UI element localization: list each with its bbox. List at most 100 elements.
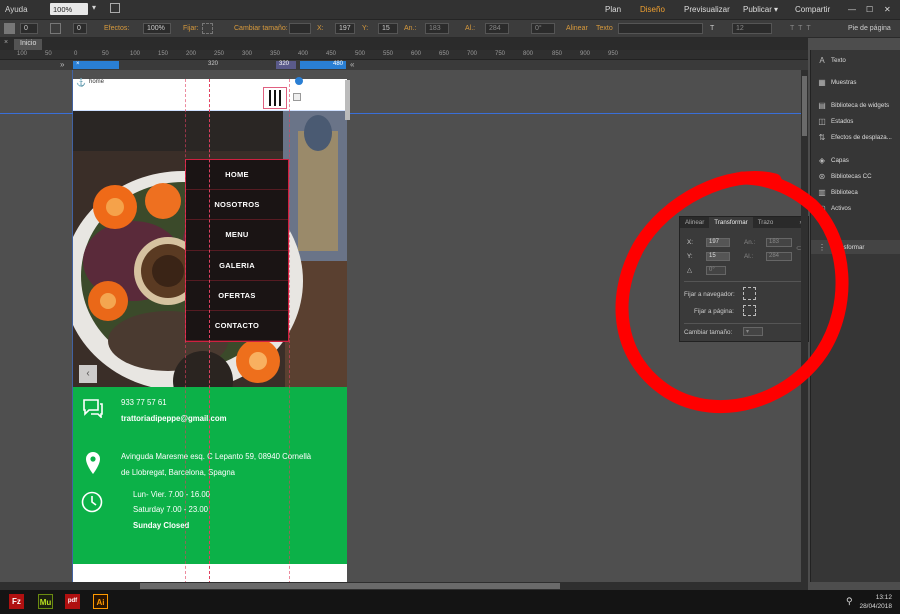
ruler-mark: 600 <box>411 51 422 57</box>
pin-page-icon[interactable] <box>743 305 756 316</box>
ruler-mark: 250 <box>214 51 225 57</box>
menu-item-menu[interactable]: MENU <box>186 220 288 251</box>
ruler-mark: 500 <box>355 51 366 57</box>
page-canvas[interactable]: ⚓ home HOME NOSOTROS MENU GALERIA OFERTA… <box>73 77 347 582</box>
panel-transform[interactable]: ⋮ Transformar <box>811 240 900 254</box>
mode-share[interactable]: Compartir <box>795 5 830 14</box>
hamburger-menu-button[interactable] <box>263 87 287 109</box>
document-tab-bar: × Inicio <box>0 38 808 50</box>
publish-dropdown-icon[interactable]: ▾ <box>774 5 778 14</box>
menu-item-nosotros[interactable]: NOSOTROS <box>186 190 288 221</box>
tab-stroke[interactable]: Trazo <box>753 217 779 228</box>
breakpoint-range-left[interactable]: × <box>73 61 119 69</box>
panel-layers[interactable]: ◈ Capas <box>811 153 900 167</box>
y-label: Y: <box>362 25 369 32</box>
panel-w-field[interactable]: 183 <box>766 238 792 247</box>
font-dropdown[interactable] <box>618 23 703 34</box>
breakpoint-480[interactable]: 480 <box>300 61 346 69</box>
text-link[interactable]: Texto <box>596 25 613 32</box>
vertical-scroll-thumb[interactable] <box>802 76 807 136</box>
menu-item-contacto[interactable]: CONTACTO <box>186 311 288 342</box>
zoom-field[interactable]: 100% <box>50 3 88 15</box>
panel-cc-libraries-label: Bibliotecas CC <box>831 172 872 180</box>
tab-transform[interactable]: Transformar <box>709 217 753 228</box>
panel-text[interactable]: A Texto <box>811 53 900 67</box>
system-clock[interactable]: 13:12 28/04/2018 <box>859 593 892 611</box>
panel-assets[interactable]: ▢ Activos <box>811 201 900 215</box>
menu-item-galeria[interactable]: GALERIA <box>186 251 288 281</box>
assets-icon: ▢ <box>818 203 826 213</box>
font-size-field[interactable]: 12 <box>732 23 772 34</box>
close-icon[interactable]: ✕ <box>884 5 891 14</box>
horizontal-scroll-thumb[interactable] <box>140 583 560 589</box>
pin-icon[interactable] <box>202 23 213 34</box>
panel-scroll-effects[interactable]: ⇅ Efectos de desplaza... <box>811 130 900 144</box>
help-menu[interactable]: Ayuda <box>5 5 28 14</box>
panel-y-field[interactable]: 15 <box>706 252 730 261</box>
hero-slideshow[interactable]: HOME NOSOTROS MENU GALERIA OFERTAS CONTA… <box>73 111 347 387</box>
ruler-mark: 750 <box>495 51 506 57</box>
expand-right-icon[interactable]: « <box>350 60 354 69</box>
mode-preview[interactable]: Previsualizar <box>684 5 730 14</box>
ruler-mark: 100 <box>130 51 141 57</box>
panel-library-label: Biblioteca <box>831 188 858 196</box>
panel-rotation-field[interactable]: 0° <box>706 266 726 275</box>
rotation-field[interactable]: 0° <box>531 23 555 34</box>
stroke-swatch[interactable] <box>50 23 61 34</box>
hours-saturday: Saturday 7.00 - 23.00 <box>133 505 208 514</box>
tab-close-icon[interactable]: × <box>4 39 8 46</box>
resize-dropdown[interactable] <box>289 23 311 34</box>
ruler-mark: 350 <box>270 51 281 57</box>
page-bottom-area <box>73 564 347 582</box>
menu-item-ofertas[interactable]: OFERTAS <box>186 281 288 311</box>
tab-inicio[interactable]: Inicio <box>14 39 43 50</box>
panel-cc-libraries[interactable]: ⊛ Bibliotecas CC <box>811 169 900 183</box>
horizontal-scrollbar[interactable] <box>0 582 808 590</box>
stroke-value[interactable]: 0 <box>73 23 87 34</box>
mode-design[interactable]: Diseño <box>640 5 665 14</box>
panel-h-field[interactable]: 284 <box>766 252 792 261</box>
widget-handle-icon[interactable] <box>295 77 303 85</box>
tab-align[interactable]: Alinear <box>680 217 709 228</box>
expand-left-icon[interactable]: » <box>60 60 64 69</box>
page-resize-handle[interactable] <box>345 80 350 120</box>
footer-label[interactable]: Pie de página <box>848 25 891 32</box>
y-field[interactable]: 15 <box>378 23 398 34</box>
page-icon[interactable] <box>110 3 120 13</box>
slideshow-prev-button[interactable]: ‹ <box>79 365 97 383</box>
panel-y-label: Y: <box>687 253 693 260</box>
height-field[interactable]: 284 <box>485 23 509 34</box>
email-text[interactable]: trattoriadipeppe@gmail.com <box>121 414 227 423</box>
breakpoint-320[interactable]: 320 <box>276 61 296 69</box>
widget-options-icon[interactable] <box>293 93 301 101</box>
mode-plan[interactable]: Plan <box>605 5 621 14</box>
fill-value[interactable]: 0 <box>20 23 38 34</box>
vertical-scrollbar[interactable] <box>801 70 808 582</box>
acrobat-icon[interactable]: pdf <box>65 594 80 609</box>
illustrator-icon[interactable]: Ai <box>93 594 108 609</box>
filezilla-icon[interactable]: Fz <box>9 594 24 609</box>
maximize-icon[interactable]: ☐ <box>866 5 873 14</box>
ruler-mark: 200 <box>186 51 197 57</box>
fill-swatch[interactable] <box>4 23 15 34</box>
text-style-icons[interactable]: T T T <box>790 25 811 32</box>
muse-icon[interactable]: Mu <box>38 594 53 609</box>
network-icon[interactable]: ⚲ <box>846 596 853 607</box>
resize-dropdown[interactable]: ▾ <box>743 327 763 336</box>
x-field[interactable]: 197 <box>335 23 355 34</box>
minimize-icon[interactable]: — <box>848 5 856 14</box>
align-link[interactable]: Alinear <box>566 25 588 32</box>
width-field[interactable]: 183 <box>425 23 449 34</box>
panel-swatches[interactable]: ▦ Muestras <box>811 75 900 89</box>
panel-widgets[interactable]: ▤ Biblioteca de widgets <box>811 98 900 112</box>
panel-library[interactable]: ▥ Biblioteca <box>811 185 900 199</box>
effects-value[interactable]: 100% <box>143 23 171 34</box>
pin-browser-label: Fijar a navegador: <box>684 291 735 298</box>
zoom-dropdown-icon[interactable]: ▾ <box>92 3 96 12</box>
menu-item-home[interactable]: HOME <box>186 160 288 191</box>
panel-states[interactable]: ◫ Estados <box>811 114 900 128</box>
pin-browser-icon[interactable] <box>743 287 756 300</box>
panel-x-field[interactable]: 197 <box>706 238 730 247</box>
mode-publish[interactable]: Publicar <box>743 5 772 14</box>
options-bar: 0 0 Efectos: 100% Fijar: Cambiar tamaño:… <box>0 20 900 38</box>
